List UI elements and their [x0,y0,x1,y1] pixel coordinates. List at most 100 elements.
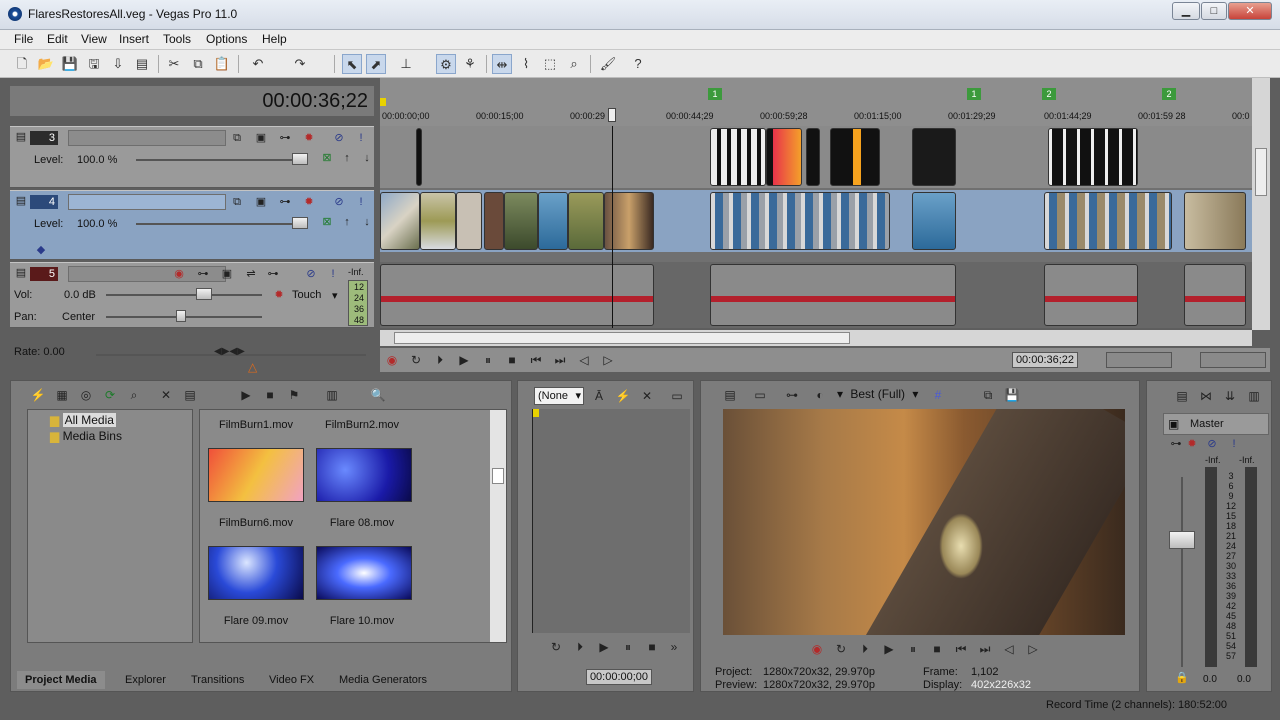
master-fader-track[interactable] [1181,477,1183,667]
play-from-start-icon[interactable]: ⏵ [572,639,588,655]
zoom-tool-icon[interactable]: ⌕ [564,54,584,74]
collapse-icon[interactable]: ▤ [14,130,28,144]
composite-mode-icon[interactable]: ⧉ [230,195,244,209]
arrow-down-icon[interactable]: ↓ [360,215,374,229]
playhead-handle[interactable] [608,108,616,122]
timeline-horizontal-scrollbar[interactable] [380,330,1252,346]
trimmer-fx-icon[interactable]: ⚡ [614,387,632,405]
video-clip[interactable] [380,192,420,250]
next-frame-icon[interactable]: ▷ [1025,641,1041,657]
solo-icon[interactable]: ! [326,267,340,281]
ignore-grouping-icon[interactable]: ⇹ [492,54,512,74]
lock-envelopes-icon[interactable]: ⚘ [460,54,480,74]
level-slider-knob[interactable] [292,217,308,229]
pause-icon[interactable]: ⏸ [620,639,636,655]
scroll-thumb[interactable] [1255,148,1267,196]
media-thumbnail[interactable] [208,448,304,502]
paste-icon[interactable]: 📋 [212,54,232,74]
video-clip[interactable] [416,128,422,186]
loop-icon[interactable]: ↻ [833,641,849,657]
pan-slider-knob[interactable] [176,310,186,322]
video-clip[interactable] [568,192,604,250]
track-header-4[interactable]: ▤ 4 ⧉ ▣ ⊶ ✹ ⊘ ! Level: 100.0 % ⊠ ↑ ↓ ◆ [10,190,374,260]
cursor-time[interactable]: 00:00:36;22 [1012,352,1078,368]
composite-mode-icon[interactable]: ⧉ [230,131,244,145]
properties-icon[interactable]: ▤ [132,54,152,74]
scroll-thumb[interactable] [492,468,504,484]
video-clip[interactable] [484,192,504,250]
close-button[interactable]: ✕ [1228,2,1272,20]
prev-frame-icon[interactable]: ◁ [1001,641,1017,657]
tab-explorer[interactable]: Explorer [117,671,174,689]
rate-slider-knob[interactable]: ◀▶◀▶ [214,346,245,357]
tree-item-media-bins[interactable]: ▆ Media Bins [50,429,122,443]
solo-icon[interactable]: ! [354,131,368,145]
loop-icon[interactable]: ↻ [408,352,424,368]
save-snapshot-icon[interactable]: 💾 [1003,386,1021,404]
video-clip[interactable] [710,192,890,250]
bypass-icon[interactable]: ⊠ [320,151,334,165]
master-fx-icon[interactable]: ⊶ [1169,437,1183,451]
clear-icon[interactable]: ✕ [638,387,656,405]
save-icon[interactable]: 💾 [60,54,80,74]
pin-icon[interactable]: ⚑ [285,386,303,404]
maximize-button[interactable]: □ [1201,2,1227,20]
record-icon[interactable]: ◉ [809,641,825,657]
media-thumbnail[interactable] [316,448,412,502]
tree-item-all-media[interactable]: ▆ All Media [50,413,116,427]
solo-icon[interactable]: ! [1227,437,1241,451]
level-slider-knob[interactable] [292,153,308,165]
solo-icon[interactable]: ! [354,195,368,209]
fx-icon[interactable]: ⊶ [278,131,292,145]
audio-icon[interactable]: Ā [590,387,608,405]
preview-properties-icon[interactable]: ▤ [721,386,739,404]
audio-clip[interactable] [710,264,956,326]
minimize-button[interactable]: ▁ [1172,2,1200,20]
play-icon[interactable]: ▶ [456,352,472,368]
go-to-start-icon[interactable]: ⏮ [528,352,544,368]
downmix-icon[interactable]: ⋈ [1197,387,1215,405]
track-motion-icon[interactable]: ▣ [254,195,268,209]
go-to-end-icon[interactable]: ⏭ [977,641,993,657]
envelope-edit-icon[interactable]: ⌇ [516,54,536,74]
master-properties-icon[interactable]: ▤ [1173,387,1191,405]
open-icon[interactable]: 📂 [36,54,56,74]
video-clip[interactable] [1044,192,1172,250]
timeline-vertical-scrollbar[interactable] [1252,78,1270,330]
track-name-field[interactable] [68,194,226,210]
brush-icon[interactable]: 🖌 [598,54,618,74]
video-clip[interactable] [912,128,956,186]
get-media-icon[interactable]: ◎ [77,386,95,404]
play-icon[interactable]: ▶ [881,641,897,657]
tab-video-fx[interactable]: Video FX [261,671,322,689]
record-arm-icon[interactable]: ◉ [172,267,186,281]
selection-end-field[interactable] [1200,352,1266,368]
record-icon[interactable]: ◉ [384,352,400,368]
external-monitor-icon[interactable]: ▭ [751,386,769,404]
go-to-end-icon[interactable]: ⏭ [552,352,568,368]
chevron-down-icon[interactable]: ▾ [332,289,338,302]
mute-icon[interactable]: ⊘ [332,131,346,145]
menu-insert[interactable]: Insert [119,32,149,46]
vol-slider-knob[interactable] [196,288,212,300]
mixer-icon[interactable]: ▥ [1245,387,1263,405]
automation-icon[interactable]: ⇌ [244,267,258,281]
stop-icon[interactable]: ■ [504,352,520,368]
arrow-up-icon[interactable]: ↑ [340,151,354,165]
selection-icon[interactable]: ⬚ [540,54,560,74]
collapse-icon[interactable]: ▤ [14,194,28,208]
video-clip[interactable] [504,192,538,250]
level-slider-track[interactable] [136,159,306,161]
audio-clip[interactable] [1044,264,1138,326]
trimmer-time[interactable]: 00:00:00;00 [586,669,652,685]
gear-icon[interactable]: ✹ [302,195,316,209]
track-header-5[interactable]: ▤ 5 ◉ ⊶ ▣ ⇌ ⊶ ⊘ ! Vol: 0.0 dB ✹ Touch ▾ … [10,262,374,328]
play-from-start-icon[interactable]: ⏵ [432,352,448,368]
media-thumbnail[interactable] [208,546,304,600]
collapse-icon[interactable]: ▤ [14,266,28,280]
video-clip[interactable] [1048,128,1138,186]
media-thumbnail[interactable] [316,546,412,600]
prev-frame-icon[interactable]: ◁ [576,352,592,368]
go-to-start-icon[interactable]: ⏮ [953,641,969,657]
pause-icon[interactable]: ⏸ [905,641,921,657]
